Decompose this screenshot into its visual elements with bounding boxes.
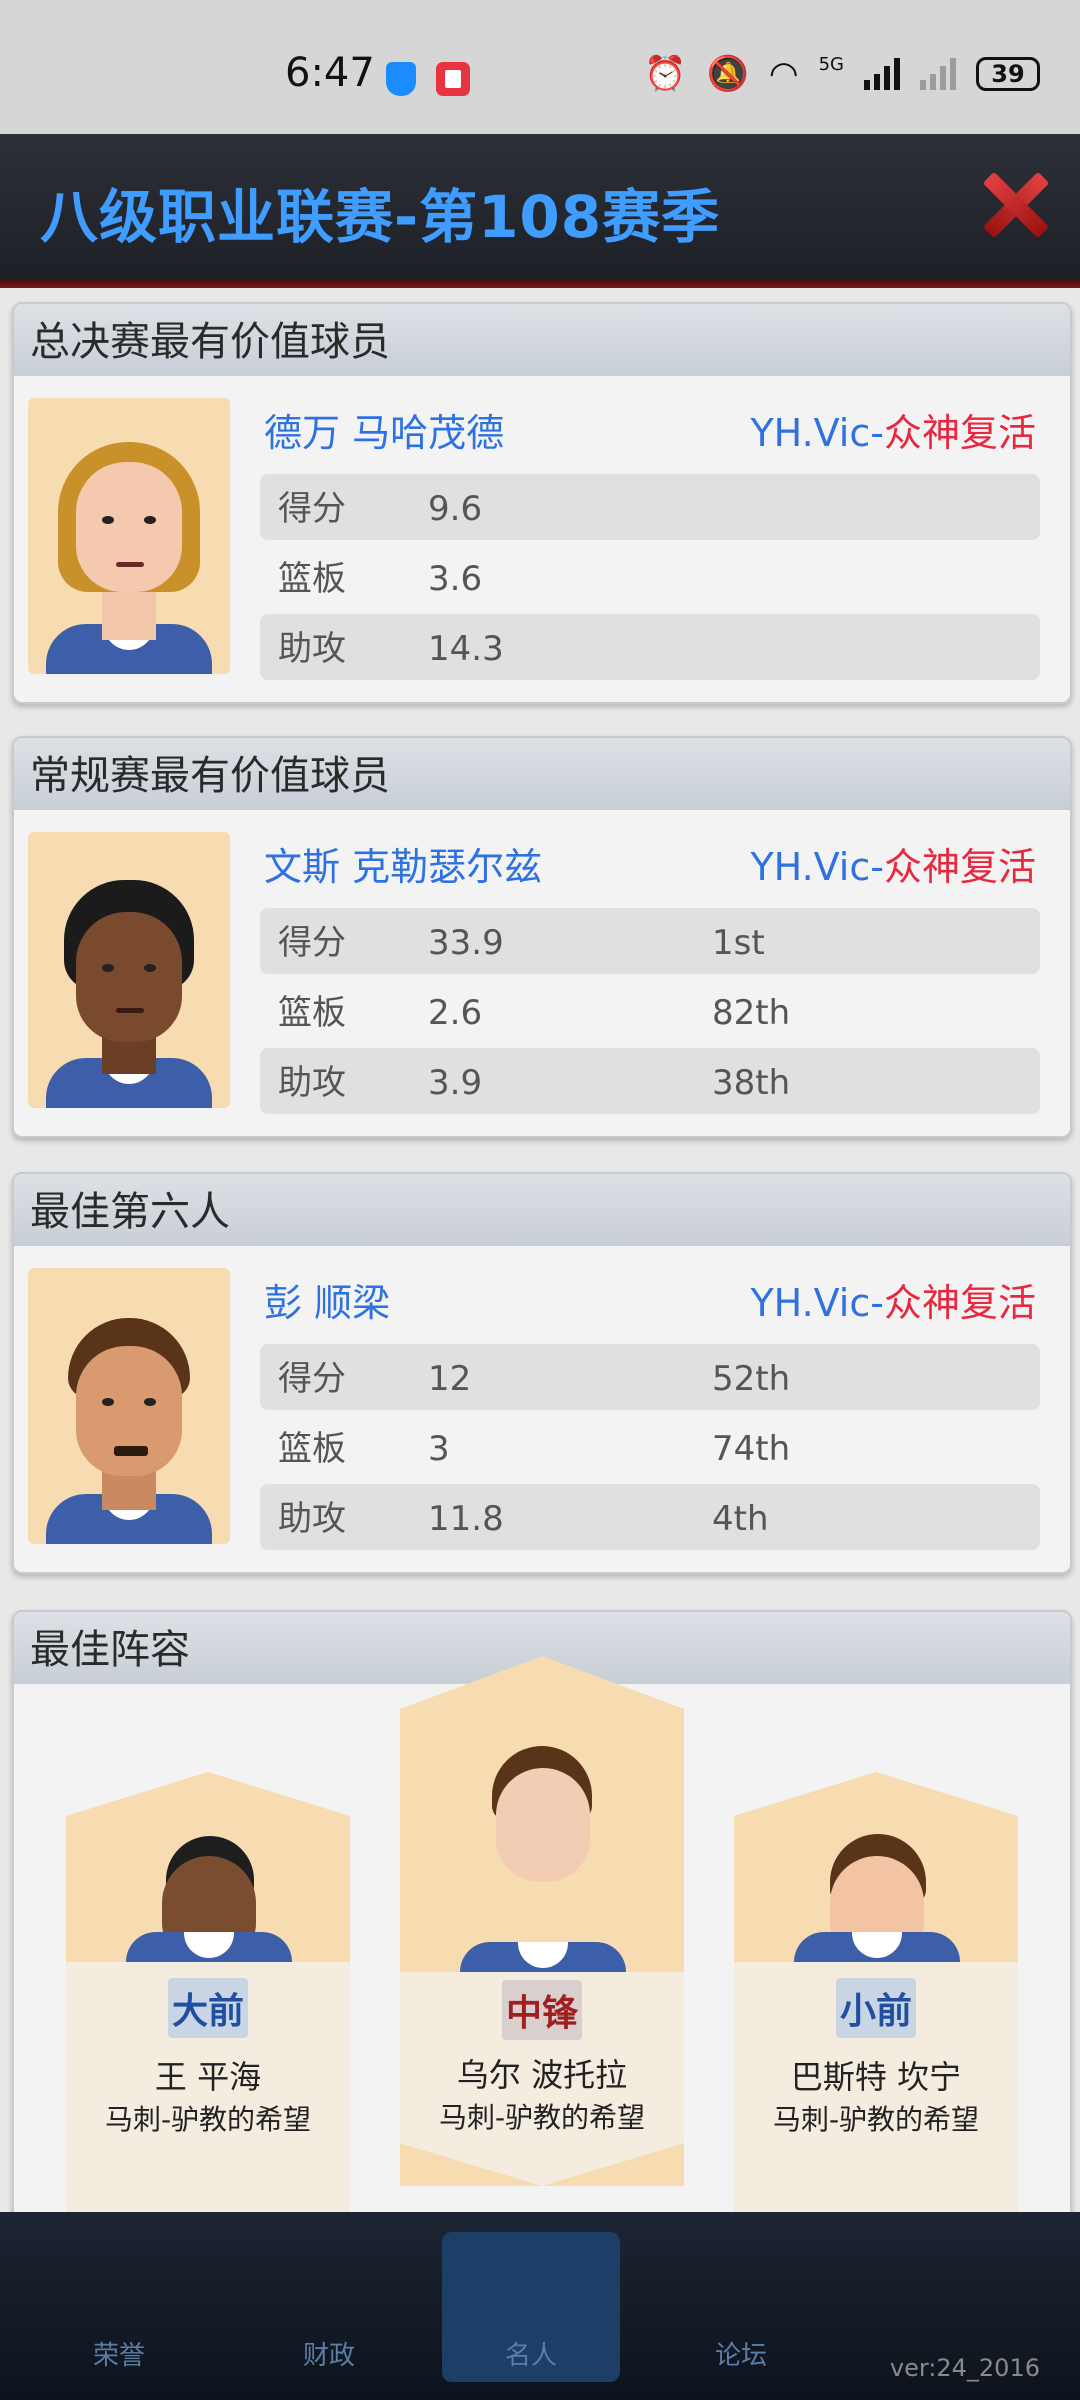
lineup-player-team: 马刺-驴教的希望 <box>104 2103 312 2136</box>
signal-2-icon <box>920 58 956 90</box>
lineup-player-card[interactable]: 大前 王 平海 马刺-驴教的希望 <box>66 1772 350 2212</box>
award-card-finals-mvp: 总决赛最有价值球员 德万 马哈茂德 YH.Vic-众神复活 得分 9.6 篮板 … <box>12 302 1072 704</box>
stat-row-assists: 助攻 11.8 4th <box>260 1484 1040 1550</box>
battery-icon: 39 <box>976 57 1040 91</box>
stat-row-points: 得分 33.9 1st <box>260 908 1040 974</box>
player-name[interactable]: 彭 顺梁 <box>264 1272 390 1327</box>
close-button[interactable] <box>980 170 1050 240</box>
nav-tab-finance[interactable]: 财政 <box>240 2232 418 2382</box>
nav-tab-fame[interactable]: 名人 <box>442 2232 620 2382</box>
lineup-player-card[interactable]: 中锋 乌尔 波托拉 马刺-驴教的希望 <box>400 1656 684 2186</box>
nav-tab-forum[interactable]: 论坛 <box>652 2232 830 2382</box>
alarm-icon: ⏰ <box>644 54 687 94</box>
book-icon <box>436 62 470 96</box>
player-portrait[interactable] <box>28 1268 230 1544</box>
stat-row-assists: 助攻 3.9 38th <box>260 1048 1040 1114</box>
player-name[interactable]: 文斯 克勒瑟尔兹 <box>264 836 542 891</box>
stat-row-rebounds: 篮板 3 74th <box>278 1429 791 1469</box>
card-heading: 常规赛最有价值球员 <box>14 738 1070 810</box>
player-portrait[interactable] <box>28 832 230 1108</box>
stat-row-points: 得分 12 52th <box>260 1344 1040 1410</box>
card-heading: 总决赛最有价值球员 <box>14 304 1070 376</box>
dialog-title: 八级职业联赛-第108赛季 <box>40 183 721 251</box>
stat-row-assists: 助攻 14.3 <box>260 614 1040 680</box>
status-icons: ⏰ 🔕 ◠ 5G 39 <box>644 54 1040 94</box>
award-card-regular-mvp: 常规赛最有价值球员 文斯 克勒瑟尔兹 YH.Vic-众神复活 得分 33.9 1… <box>12 736 1072 1138</box>
position-badge: 大前 <box>167 1978 249 2038</box>
stat-row-rebounds: 篮板 2.6 82th <box>278 993 791 1033</box>
network-type: 5G <box>818 53 844 75</box>
card-heading: 最佳第六人 <box>14 1174 1070 1246</box>
lineup-player-name: 王 平海 <box>154 2058 262 2096</box>
team-name[interactable]: YH.Vic-众神复活 <box>750 402 1036 457</box>
mute-icon: 🔕 <box>706 54 749 94</box>
position-badge: 小前 <box>835 1978 917 2038</box>
status-time: 6:47 <box>285 50 375 96</box>
lineup-player-team: 马刺-驴教的希望 <box>772 2103 980 2136</box>
nav-tab-honor[interactable]: 荣誉 <box>30 2232 208 2382</box>
team-name[interactable]: YH.Vic-众神复活 <box>750 1272 1036 1327</box>
lineup-player-name: 巴斯特 坎宁 <box>790 2058 962 2096</box>
shield-icon <box>386 62 416 96</box>
position-badge: 中锋 <box>501 1980 583 2040</box>
awards-content[interactable]: 总决赛最有价值球员 德万 马哈茂德 YH.Vic-众神复活 得分 9.6 篮板 … <box>0 288 1080 2212</box>
bottom-nav: 荣誉 财政 名人 论坛 ver:24_2016 <box>0 2212 1080 2400</box>
team-name[interactable]: YH.Vic-众神复活 <box>750 836 1036 891</box>
player-name[interactable]: 德万 马哈茂德 <box>264 402 504 457</box>
status-bar: 6:47 ⏰ 🔕 ◠ 5G 39 <box>0 0 1080 134</box>
lineup-player-team: 马刺-驴教的希望 <box>438 2101 646 2134</box>
dialog-header: 八级职业联赛-第108赛季 <box>0 134 1080 288</box>
lineup-player-name: 乌尔 波托拉 <box>456 2056 628 2094</box>
wifi-icon: ◠ <box>768 54 799 94</box>
best-lineup-card: 最佳阵容 大前 王 平海 马刺-驴教的希望 中锋 乌尔 波托拉 马刺-驴教的希望… <box>12 1610 1072 2212</box>
lineup-player-card[interactable]: 小前 巴斯特 坎宁 马刺-驴教的希望 <box>734 1772 1018 2212</box>
version-label: ver:24_2016 <box>889 2354 1040 2382</box>
stat-row-rebounds: 篮板 3.6 <box>278 559 483 599</box>
award-card-sixth-man: 最佳第六人 彭 顺梁 YH.Vic-众神复活 得分 12 52th 篮板 3 7… <box>12 1172 1072 1574</box>
stat-row-points: 得分 9.6 <box>260 474 1040 540</box>
player-portrait[interactable] <box>28 398 230 674</box>
signal-icon <box>864 58 900 90</box>
